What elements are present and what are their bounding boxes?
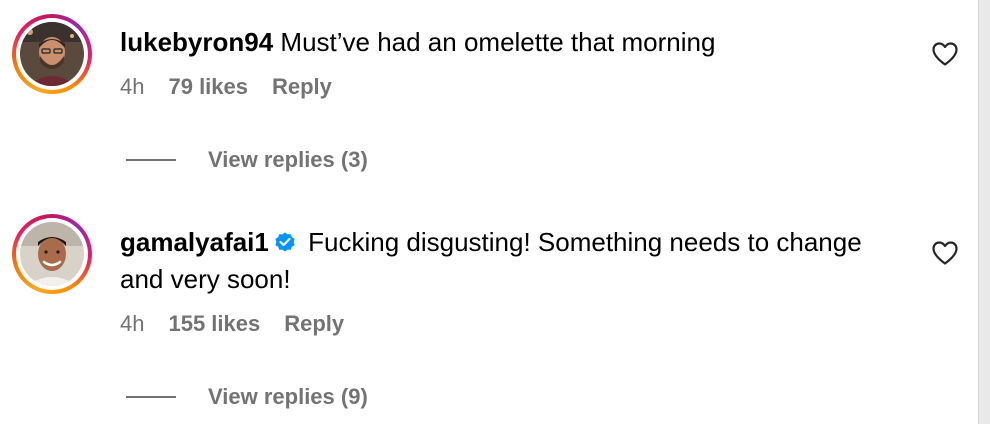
comment-text: Must’ve had an omelette that morning [280,27,716,57]
comment-time[interactable]: 4h [120,74,144,100]
view-replies-label: View replies (3) [208,147,368,172]
avatar[interactable] [20,22,84,86]
view-replies-button[interactable]: View replies (3) [126,147,368,173]
heart-outline-icon[interactable] [931,41,959,67]
view-replies-label: View replies (9) [208,384,368,409]
comments-panel: lukebyron94 Must’ve had an omelette that… [0,0,990,424]
comment-body: lukebyron94 Must’ve had an omelette that… [120,24,910,100]
comment-text-line: gamalyafai1 Fucking disgusting! Somethin… [120,224,910,298]
replies-divider [126,159,176,161]
comment-username[interactable]: lukebyron94 [120,27,273,57]
comment-meta: 4h 155 likes Reply [120,311,910,337]
comment-text-line: lukebyron94 Must’ve had an omelette that… [120,24,910,61]
story-ring[interactable] [12,214,92,294]
comment-likes[interactable]: 155 likes [168,311,260,337]
comment-username[interactable]: gamalyafai1 [120,227,269,257]
comment-body: gamalyafai1 Fucking disgusting! Somethin… [120,224,910,337]
reply-button[interactable]: Reply [272,74,332,100]
comment-likes[interactable]: 79 likes [168,74,248,100]
scrollbar-track[interactable] [978,0,990,424]
avatar[interactable] [20,222,84,286]
reply-button[interactable]: Reply [284,311,344,337]
comment-time[interactable]: 4h [120,311,144,337]
view-replies-button[interactable]: View replies (9) [126,384,368,410]
verified-badge-icon [275,232,295,252]
replies-divider [126,396,176,398]
story-ring[interactable] [12,14,92,94]
comment-meta: 4h 79 likes Reply [120,74,910,100]
heart-outline-icon[interactable] [931,240,959,266]
